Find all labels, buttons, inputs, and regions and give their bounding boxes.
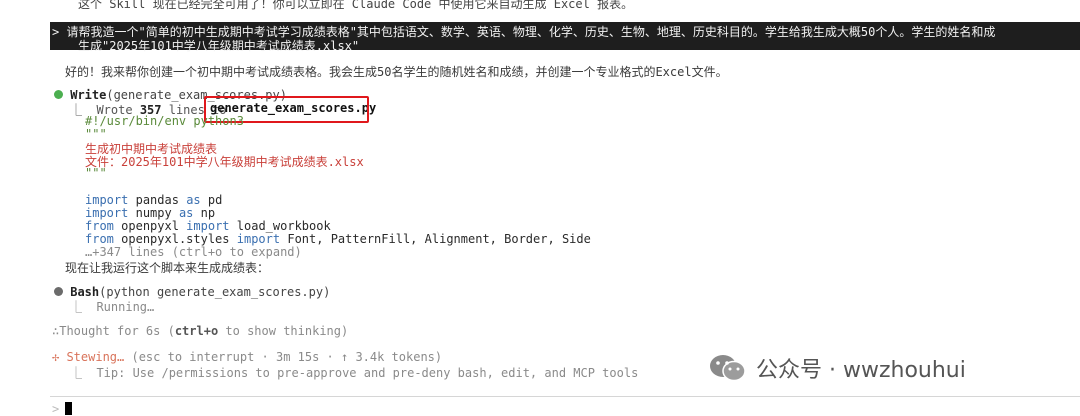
bash-tool-status: ⎿ Running… [70, 300, 155, 314]
prompt-marker: > [52, 25, 60, 39]
code-line: """ [85, 166, 107, 181]
thinking-status: ∴Thought for 6s (ctrl+o to show thinking… [52, 324, 349, 338]
success-dot-icon [54, 90, 63, 99]
previous-message: 这个 Skill 现在已经完全可用了！你可以立即在 Claude Code 中使… [78, 0, 634, 11]
code-line: import numpy as np [85, 205, 216, 220]
pending-dot-icon [54, 287, 63, 296]
stewing-status: ✢ Stewing… (esc to interrupt · 3m 15s · … [52, 350, 443, 364]
code-line: import pandas as pd [85, 192, 223, 207]
run-script-message: 现在让我运行这个脚本来生成成绩表： [65, 261, 270, 275]
code-line: …+347 lines (ctrl+o to expand) [85, 245, 302, 259]
watermark-text: 公众号 · wwzhouhui [756, 358, 966, 383]
watermark: 公众号 · wwzhouhui [708, 352, 966, 384]
input-cursor[interactable] [65, 402, 72, 415]
input-separator [50, 396, 1080, 397]
code-line: 文件：2025年101中学八年级期中考试成绩表.xlsx [85, 155, 364, 170]
bash-tool-header: Bash(python generate_exam_scores.py) [54, 285, 330, 299]
code-line: """ [85, 127, 107, 142]
input-prompt-arrow: > [52, 402, 60, 416]
user-prompt-line-2: 生成"2025年101中学八年级期中考试成绩表.xlsx" [78, 39, 360, 53]
code-line: from openpyxl.styles import Font, Patter… [85, 231, 591, 246]
code-line: from openpyxl import load_workbook [85, 218, 331, 233]
code-line: #!/usr/bin/env python3 [85, 114, 244, 128]
wechat-icon [710, 355, 746, 382]
assistant-response: 好的！我来帮你创建一个初中期中考试成绩表格。我会生成50名学生的随机姓名和成绩，… [65, 65, 728, 79]
tip-text: ⎿ Tip: Use /permissions to pre-approve a… [70, 366, 639, 380]
